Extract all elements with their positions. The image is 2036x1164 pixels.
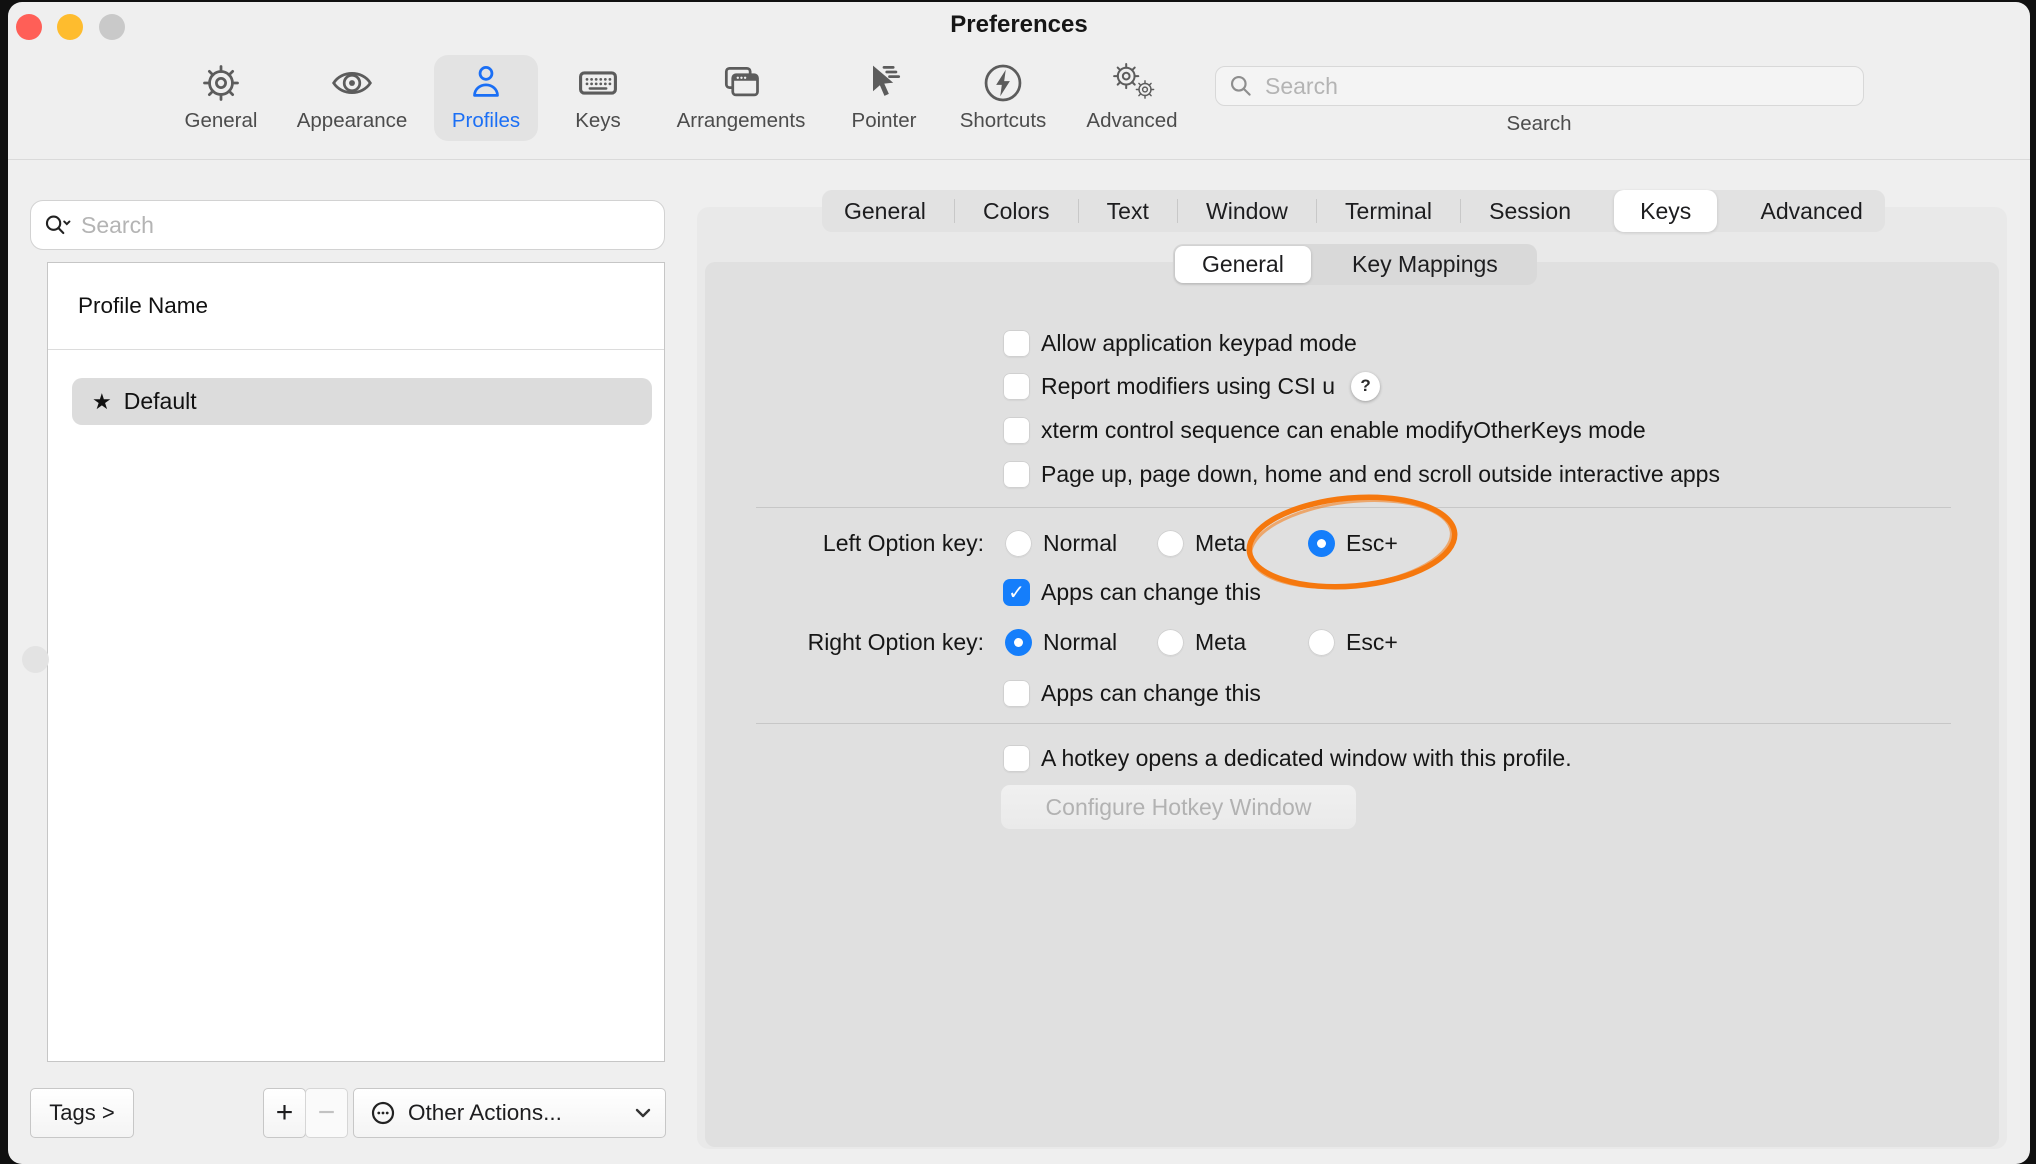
tab-keys[interactable]: Keys (1614, 190, 1717, 232)
toolbar-item-keys[interactable]: Keys (518, 58, 678, 133)
csi-u-checkbox[interactable] (1003, 373, 1030, 400)
toolbar-item-label: Keys (518, 109, 678, 133)
configure-hotkey-window-button[interactable]: Configure Hotkey Window (1000, 784, 1357, 830)
tab-colors[interactable]: Colors (969, 198, 1063, 225)
divider (756, 507, 1951, 508)
radio-circle-selected[interactable] (1308, 530, 1335, 557)
radio-left-meta[interactable]: Meta (1157, 526, 1246, 560)
right-apps-change-checkbox[interactable] (1003, 680, 1030, 707)
radio-right-esc[interactable]: Esc+ (1308, 625, 1398, 659)
toolbar-search-caption: Search (1439, 112, 1639, 136)
checkbox-row[interactable]: ✓ Apps can change this (1003, 575, 1261, 609)
radio-label[interactable]: Esc+ (1346, 629, 1398, 656)
right-option-key-label: Right Option key: (705, 625, 984, 659)
window-title: Preferences (8, 11, 2030, 39)
toolbar-item-label: Arrangements (661, 109, 821, 133)
radio-right-meta[interactable]: Meta (1157, 625, 1246, 659)
preferences-window: Preferences General Appearance (8, 2, 2030, 1164)
checkbox-label[interactable]: Allow application keypad mode (1041, 330, 1357, 357)
subtab-key-mappings[interactable]: Key Mappings (1313, 251, 1537, 278)
radio-label[interactable]: Esc+ (1346, 530, 1398, 557)
checkbox-row[interactable]: Allow application keypad mode (1003, 326, 1357, 360)
profile-row-default[interactable]: ★ Default (72, 378, 652, 425)
checkbox-row[interactable]: Report modifiers using CSI u ? (1003, 369, 1380, 403)
checkbox-label[interactable]: A hotkey opens a dedicated window with t… (1041, 745, 1572, 772)
windows-icon (661, 58, 821, 108)
tags-button[interactable]: Tags > (30, 1088, 134, 1138)
default-star-icon: ★ (92, 389, 112, 415)
radio-right-normal[interactable]: Normal (1005, 625, 1117, 659)
checkbox-row[interactable]: A hotkey opens a dedicated window with t… (1003, 741, 1572, 775)
radio-label[interactable]: Meta (1195, 629, 1246, 656)
remove-profile-button[interactable]: − (305, 1088, 348, 1138)
tab-window[interactable]: Window (1192, 198, 1302, 225)
profile-list: Profile Name ★ Default (47, 262, 665, 1062)
radio-circle[interactable] (1157, 530, 1184, 557)
checkbox-row[interactable]: Apps can change this (1003, 676, 1261, 710)
help-button[interactable]: ? (1351, 372, 1380, 401)
profile-list-header: Profile Name (48, 263, 664, 349)
profile-search-input[interactable] (81, 212, 652, 239)
subtab-general[interactable]: General (1175, 246, 1311, 283)
tab-advanced[interactable]: Advanced (1747, 198, 1877, 225)
other-actions-label: Other Actions... (408, 1100, 562, 1126)
checkbox-label[interactable]: Page up, page down, home and end scroll … (1041, 461, 1720, 488)
list-header-divider (48, 349, 664, 350)
keyboard-icon (518, 58, 678, 108)
search-icon (1228, 73, 1255, 100)
radio-circle-selected[interactable] (1005, 629, 1032, 656)
double-gear-icon (1052, 58, 1212, 108)
checkbox-label[interactable]: Report modifiers using CSI u (1041, 373, 1335, 400)
profile-search-field[interactable] (30, 200, 665, 250)
page-scroll-checkbox[interactable] (1003, 461, 1030, 488)
hotkey-window-checkbox[interactable] (1003, 745, 1030, 772)
tab-terminal[interactable]: Terminal (1331, 198, 1446, 225)
tab-general[interactable]: General (830, 198, 940, 225)
radio-circle[interactable] (1157, 629, 1184, 656)
radio-left-esc[interactable]: Esc+ (1308, 526, 1398, 560)
radio-circle[interactable] (1308, 629, 1335, 656)
toolbar-separator (8, 159, 2030, 160)
allow-keypad-checkbox[interactable] (1003, 330, 1030, 357)
radio-label[interactable]: Normal (1043, 530, 1117, 557)
left-option-key-label: Left Option key: (705, 526, 984, 560)
profile-tabbar: General Colors Text Window Terminal Sess… (822, 190, 1885, 232)
add-profile-button[interactable]: + (263, 1088, 306, 1138)
profile-name: Default (124, 388, 197, 415)
search-menu-icon (43, 210, 73, 240)
tab-text[interactable]: Text (1093, 198, 1163, 225)
keys-general-pane: Allow application keypad mode Report mod… (705, 262, 1999, 1147)
other-actions-dropdown[interactable]: Other Actions... (353, 1088, 666, 1138)
toolbar-item-advanced[interactable]: Advanced (1052, 58, 1212, 133)
checkbox-row[interactable]: Page up, page down, home and end scroll … (1003, 457, 1720, 491)
toolbar-search-input[interactable] (1265, 73, 1851, 100)
keys-subtab-control: General Key Mappings (1173, 244, 1537, 285)
checkbox-row[interactable]: xterm control sequence can enable modify… (1003, 413, 1646, 447)
checkbox-label[interactable]: Apps can change this (1041, 680, 1261, 707)
left-apps-change-checkbox[interactable]: ✓ (1003, 579, 1030, 606)
radio-label[interactable]: Normal (1043, 629, 1117, 656)
chevron-down-icon (635, 1108, 651, 1118)
toolbar-item-arrangements[interactable]: Arrangements (661, 58, 821, 133)
ellipsis-circle-icon (368, 1098, 398, 1128)
toolbar-search-field[interactable] (1215, 66, 1864, 106)
checkbox-label[interactable]: Apps can change this (1041, 579, 1261, 606)
radio-left-normal[interactable]: Normal (1005, 526, 1117, 560)
divider (756, 723, 1951, 724)
toolbar-item-label: Advanced (1052, 109, 1212, 133)
checkbox-label[interactable]: xterm control sequence can enable modify… (1041, 417, 1646, 444)
tab-session[interactable]: Session (1475, 198, 1585, 225)
radio-circle[interactable] (1005, 530, 1032, 557)
modify-other-keys-checkbox[interactable] (1003, 417, 1030, 444)
radio-label[interactable]: Meta (1195, 530, 1246, 557)
splitter-dot[interactable] (22, 646, 49, 673)
